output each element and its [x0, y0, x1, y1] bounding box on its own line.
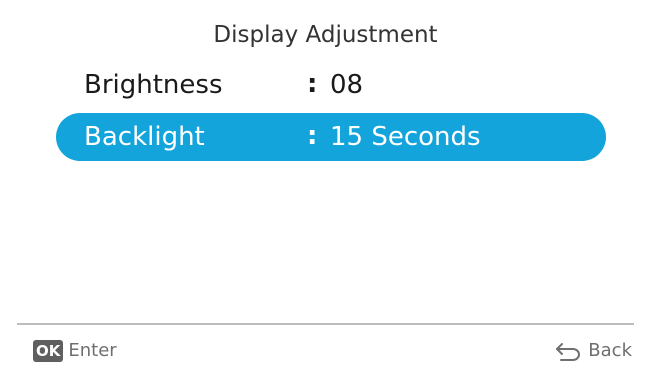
- menu-item-value: 15 Seconds: [330, 122, 481, 152]
- page-title: Display Adjustment: [213, 22, 438, 48]
- enter-label: Enter: [68, 340, 117, 361]
- footer-divider: [17, 323, 634, 325]
- display-adjustment-screen: Display Adjustment Brightness : 08 Backl…: [0, 0, 651, 372]
- menu-item-brightness[interactable]: Brightness : 08: [56, 61, 606, 109]
- menu-item-value: 08: [330, 70, 364, 100]
- ok-key-icon: OK: [33, 340, 64, 362]
- menu-item-backlight[interactable]: Backlight : 15 Seconds: [56, 113, 606, 161]
- menu-item-label: Brightness: [84, 70, 223, 100]
- return-arrow-icon: [556, 343, 581, 361]
- menu-item-label: Backlight: [84, 122, 205, 152]
- menu-item-separator: :: [307, 69, 318, 99]
- back-label: Back: [588, 340, 632, 361]
- back-hint[interactable]: Back: [554, 339, 632, 363]
- menu-item-separator: :: [307, 121, 318, 151]
- enter-hint[interactable]: OK Enter: [33, 339, 117, 363]
